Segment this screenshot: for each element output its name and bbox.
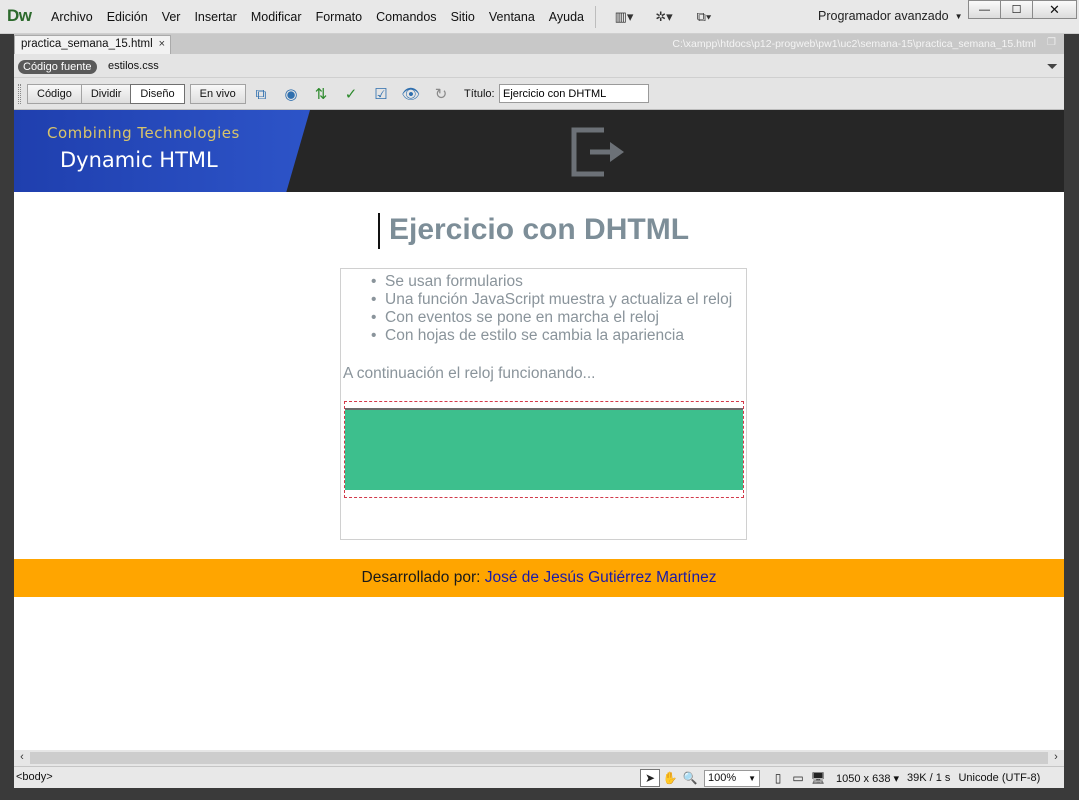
scrollbar-thumb[interactable] xyxy=(30,752,1048,764)
zoom-value: 100% xyxy=(708,771,737,784)
title-input[interactable] xyxy=(499,84,649,103)
toolbar-tools: ⧉ ◉ ⇅ ✓ ☑ 👁 ↻ xyxy=(246,82,456,106)
restore-icon[interactable]: ❐ xyxy=(1047,37,1056,48)
list-item: Con hojas de estilo se cambia la aparien… xyxy=(371,327,732,345)
window-size-value: 1050 x 638 xyxy=(836,772,891,785)
scroll-right-icon[interactable]: › xyxy=(1049,751,1063,763)
file-transfer-icon[interactable]: ⇅ xyxy=(306,82,336,106)
css-file[interactable]: estilos.css xyxy=(108,60,159,72)
filter-icon[interactable]: ⏷ xyxy=(1047,58,1058,75)
maximize-button[interactable]: ☐ xyxy=(1000,0,1033,19)
menu-edicion[interactable]: Edición xyxy=(100,0,155,34)
page-banner: Combining Technologies Dynamic HTML xyxy=(14,110,1064,192)
document-tab-bar: practica_semana_15.html × C:\xampp\htdoc… xyxy=(14,34,1064,54)
source-code-file[interactable]: Código fuente xyxy=(18,60,97,74)
list-item: Una función JavaScript muestra y actuali… xyxy=(371,291,732,309)
preview-browser-icon[interactable]: ◉ xyxy=(276,82,306,106)
menu-insertar[interactable]: Insertar xyxy=(187,0,243,34)
check-page-icon[interactable]: ☑ xyxy=(366,82,396,106)
file-size: 39K / 1 s xyxy=(907,772,951,784)
menu-ver[interactable]: Ver xyxy=(155,0,188,34)
document-toolbar: Código Dividir Diseño En vivo ⧉ ◉ ⇅ ✓ ☑ … xyxy=(14,78,1064,110)
visual-aids-icon[interactable]: 👁 xyxy=(396,82,426,106)
menu-divider xyxy=(595,6,596,28)
status-tools: ➤ ✋ 🔍 100% ▼ ▯ ▭ 🖥 1050 x 638 ▾ 39K / 1 s… xyxy=(640,769,1040,787)
menu-ventana[interactable]: Ventana xyxy=(482,0,542,34)
zoom-icon[interactable]: 🔍 xyxy=(680,769,700,787)
scroll-left-icon[interactable]: ‹ xyxy=(15,751,29,763)
banner-title: Dynamic HTML xyxy=(60,148,218,172)
exit-icon xyxy=(571,127,624,177)
footer-author: José de Jesús Gutiérrez Martínez xyxy=(484,569,717,586)
tag-selector-body[interactable]: <body> xyxy=(16,771,53,783)
menu-modificar[interactable]: Modificar xyxy=(244,0,309,34)
zoom-select[interactable]: 100% ▼ xyxy=(704,769,760,787)
code-view-button[interactable]: Código xyxy=(27,84,82,104)
design-view[interactable]: Combining Technologies Dynamic HTML Ejer… xyxy=(14,110,1064,750)
desktop-size-icon[interactable]: 🖥 xyxy=(808,769,828,787)
page-heading[interactable]: Ejercicio con DHTML xyxy=(14,213,1064,247)
page-footer: Desarrollado por: José de Jesús Gutiérre… xyxy=(14,559,1064,597)
minimize-button[interactable]: — xyxy=(968,0,1001,19)
site-icon[interactable]: ⧉▾ xyxy=(684,0,724,34)
mobile-size-icon[interactable]: ▯ xyxy=(768,769,788,787)
feature-list: Se usan formularios Una función JavaScri… xyxy=(371,273,732,345)
menu-sitio[interactable]: Sitio xyxy=(444,0,482,34)
gear-icon[interactable]: ✲▾ xyxy=(644,0,684,34)
menu-formato[interactable]: Formato xyxy=(309,0,370,34)
related-files-bar: Código fuente estilos.css ⏷ xyxy=(14,54,1064,78)
menu-comandos[interactable]: Comandos xyxy=(369,0,443,34)
close-tab-icon[interactable]: × xyxy=(159,38,165,50)
menu-bar: Dw Archivo Edición Ver Insertar Modifica… xyxy=(0,0,1079,34)
pointer-icon[interactable]: ➤ xyxy=(640,769,660,787)
tab-practica-semana-15[interactable]: practica_semana_15.html × xyxy=(14,35,171,54)
tablet-size-icon[interactable]: ▭ xyxy=(788,769,808,787)
view-buttons: Código Dividir Diseño En vivo xyxy=(27,84,246,104)
status-bar: <body> ➤ ✋ 🔍 100% ▼ ▯ ▭ 🖥 1050 x 638 ▾ 39… xyxy=(14,766,1064,788)
tab-filename: practica_semana_15.html xyxy=(21,38,153,50)
toolbar-grip[interactable] xyxy=(18,84,21,104)
split-view-button[interactable]: Dividir xyxy=(80,84,132,104)
title-label: Título: xyxy=(464,88,495,100)
encoding: Unicode (UTF-8) xyxy=(958,772,1041,784)
horizontal-scrollbar[interactable]: ‹ › xyxy=(14,750,1064,766)
main-menu: Archivo Edición Ver Insertar Modificar F… xyxy=(44,0,724,34)
chevron-down-icon: ▼ xyxy=(954,12,963,22)
window-size[interactable]: 1050 x 638 ▾ xyxy=(836,772,899,785)
chevron-down-icon: ▼ xyxy=(748,773,756,783)
banner-subtitle: Combining Technologies xyxy=(47,124,240,142)
close-button[interactable]: ✕ xyxy=(1032,0,1077,19)
workspace-switcher[interactable]: Programador avanzado ▼ xyxy=(818,9,963,23)
validate-icon[interactable]: ✓ xyxy=(336,82,366,106)
continuation-text: A continuación el reloj funcionando... xyxy=(343,365,596,382)
footer-prefix: Desarrollado por: xyxy=(361,569,485,586)
list-item: Con eventos se pone en marcha el reloj xyxy=(371,309,732,327)
window-controls: — ☐ ✕ xyxy=(968,0,1077,19)
layout-icon[interactable]: ▥▾ xyxy=(604,0,644,34)
file-path: C:\xampp\htdocs\p12-progweb\pw1\uc2\sema… xyxy=(672,38,1036,50)
hand-icon[interactable]: ✋ xyxy=(660,769,680,787)
refresh-icon[interactable]: ↻ xyxy=(426,82,456,106)
clock-display[interactable] xyxy=(345,408,743,490)
dreamweaver-logo: Dw xyxy=(7,6,32,25)
design-view-button[interactable]: Diseño xyxy=(130,84,185,104)
menu-archivo[interactable]: Archivo xyxy=(44,0,100,34)
live-view-button[interactable]: En vivo xyxy=(189,84,246,104)
multiscreen-icon[interactable]: ⧉ xyxy=(246,82,276,106)
content-container[interactable]: Se usan formularios Una función JavaScri… xyxy=(340,268,747,540)
clock-form[interactable] xyxy=(344,401,744,498)
list-item: Se usan formularios xyxy=(371,273,732,291)
workspace-label: Programador avanzado xyxy=(818,9,949,23)
menu-ayuda[interactable]: Ayuda xyxy=(542,0,591,34)
